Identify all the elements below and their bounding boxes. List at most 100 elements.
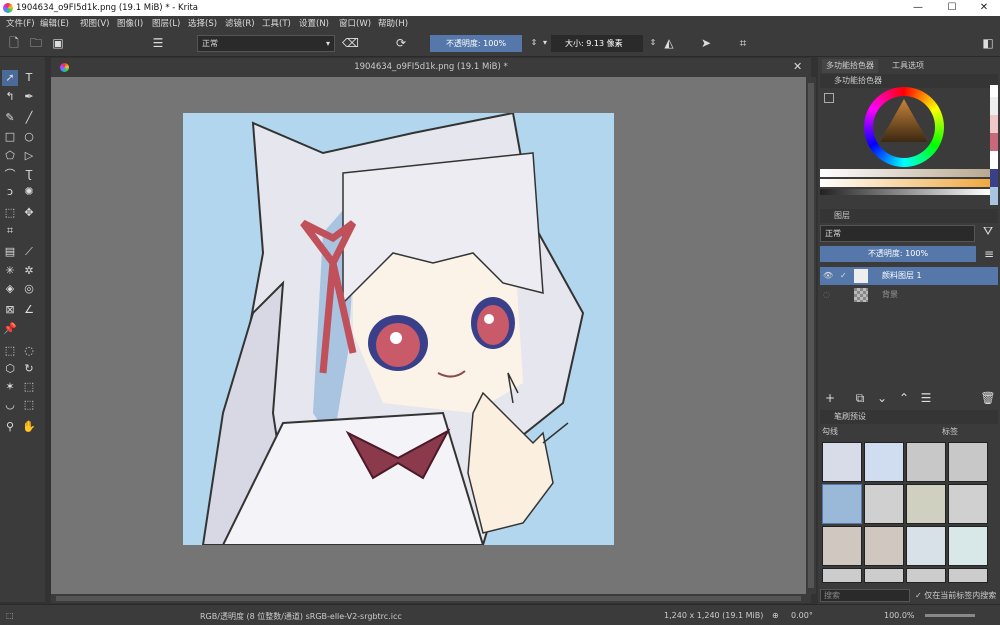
magnetic-select-icon[interactable]: ⬚ bbox=[21, 397, 37, 413]
rotation-icon[interactable]: ⊕ bbox=[772, 611, 779, 620]
layer-blend-select[interactable]: 正常 bbox=[820, 225, 975, 242]
artwork-image[interactable] bbox=[183, 113, 614, 545]
menu-window[interactable]: 窗口(W) bbox=[339, 17, 371, 29]
freehand-brush-icon[interactable]: ✎ bbox=[2, 110, 18, 126]
crop-tool-icon[interactable]: ⌗ bbox=[2, 223, 18, 239]
tag-button[interactable]: 标签 bbox=[942, 426, 958, 437]
menu-select[interactable]: 选择(S) bbox=[188, 17, 217, 29]
brush-preset-item[interactable] bbox=[864, 484, 904, 524]
measure-tool-icon[interactable]: ∠ bbox=[21, 302, 37, 318]
color-slider-1[interactable] bbox=[820, 169, 990, 177]
zoom-slider[interactable] bbox=[925, 614, 975, 617]
tab-tool-options[interactable]: 工具选项 bbox=[888, 59, 928, 73]
reference-tool-icon[interactable]: 📌 bbox=[2, 321, 18, 337]
layer-check-icon[interactable]: ✓ bbox=[840, 267, 847, 285]
brush-preset-item[interactable] bbox=[822, 526, 862, 566]
layer-properties-icon[interactable]: ☰ bbox=[918, 390, 934, 406]
maximize-button[interactable]: ☐ bbox=[940, 1, 964, 15]
color-settings-icon[interactable] bbox=[824, 93, 834, 103]
move-tool-icon[interactable]: ✥ bbox=[21, 205, 37, 221]
contiguous-select-icon[interactable]: ✶ bbox=[2, 379, 18, 395]
rect-select-icon[interactable]: ⬚ bbox=[2, 343, 18, 359]
preset-search-input[interactable]: 搜索 bbox=[820, 589, 910, 602]
color-picker-icon[interactable]: ⟋ bbox=[21, 244, 37, 260]
blend-mode-select[interactable]: 正常 ▾ bbox=[197, 35, 335, 52]
document-tab[interactable]: 1904634_o9FI5d1k.png (19.1 MiB) * ✕ bbox=[51, 58, 811, 77]
visibility-eye-icon[interactable]: 👁 bbox=[823, 267, 833, 285]
menu-help[interactable]: 帮助(H) bbox=[378, 17, 408, 29]
freehand-path-icon[interactable]: Ʈ bbox=[21, 167, 37, 183]
new-document-icon[interactable]: 🗋 bbox=[6, 35, 22, 51]
close-document-button[interactable]: ✕ bbox=[793, 60, 802, 73]
crop-icon[interactable]: ⌗ bbox=[735, 35, 751, 51]
delete-layer-icon[interactable]: 🗑 bbox=[980, 390, 996, 406]
transform-tool-icon[interactable]: ⬚ bbox=[2, 205, 18, 221]
recent-colors-strip[interactable] bbox=[990, 85, 998, 205]
menu-filter[interactable]: 滤镜(R) bbox=[225, 17, 255, 29]
size-slider[interactable]: 大小: 9.13 像素 bbox=[551, 35, 643, 52]
brush-preset-item[interactable] bbox=[822, 442, 862, 482]
brush-preset-item[interactable] bbox=[948, 568, 988, 583]
move-layer-down-icon[interactable]: ⌄ bbox=[874, 390, 890, 406]
bezier-select-icon[interactable]: ◡ bbox=[2, 397, 18, 413]
similar-select-icon[interactable]: ⬚ bbox=[21, 379, 37, 395]
menu-edit[interactable]: 编辑(E) bbox=[40, 17, 69, 29]
lazy-brush-icon[interactable]: ✲ bbox=[21, 263, 37, 279]
visibility-eye-icon[interactable]: ◌ bbox=[823, 286, 830, 304]
color-slider-3[interactable] bbox=[820, 189, 990, 195]
zoom-tool-icon[interactable]: ⚲ bbox=[2, 419, 18, 435]
move-layer-up-icon[interactable]: ⌃ bbox=[896, 390, 912, 406]
vertical-scrollbar[interactable] bbox=[806, 77, 816, 594]
pan-tool-icon[interactable]: ✋ bbox=[21, 419, 37, 435]
fill-tool-icon[interactable]: ◈ bbox=[2, 281, 18, 297]
freehand-select-icon[interactable]: ↻ bbox=[21, 361, 37, 377]
brush-preset-item[interactable] bbox=[906, 568, 946, 583]
layer-row[interactable]: ◌ 背景 bbox=[820, 286, 998, 304]
opacity-slider[interactable]: 不透明度: 100% bbox=[430, 35, 522, 52]
filter-icon[interactable]: ⛛ bbox=[980, 223, 996, 239]
layer-row[interactable]: 👁 ✓ 颜料图层 1 bbox=[820, 267, 998, 285]
tab-color-selector[interactable]: 多功能拾色器 bbox=[822, 59, 878, 73]
enclose-fill-icon[interactable]: ◎ bbox=[21, 281, 37, 297]
close-window-button[interactable]: ✕ bbox=[972, 1, 996, 15]
duplicate-layer-icon[interactable]: ⧉ bbox=[852, 390, 868, 406]
brush-preset-item[interactable] bbox=[948, 526, 988, 566]
menu-layer[interactable]: 图层(L) bbox=[152, 17, 180, 29]
menu-tools[interactable]: 工具(T) bbox=[262, 17, 291, 29]
size-stepper[interactable]: ⇕ bbox=[645, 35, 661, 51]
text-tool-icon[interactable]: T bbox=[21, 70, 37, 86]
menu-file[interactable]: 文件(F) bbox=[6, 17, 35, 29]
layer-opacity-slider[interactable]: 不透明度: 100% bbox=[820, 246, 976, 262]
menu-settings[interactable]: 设置(N) bbox=[299, 17, 329, 29]
brush-preset-item[interactable] bbox=[864, 442, 904, 482]
polyline-tool-icon[interactable]: ▷ bbox=[21, 148, 37, 164]
selection-icon[interactable]: ⬚ bbox=[6, 611, 14, 620]
brush-preset-item[interactable] bbox=[864, 568, 904, 583]
edit-shapes-icon[interactable]: ↰ bbox=[2, 89, 18, 105]
menu-view[interactable]: 视图(V) bbox=[80, 17, 109, 29]
layer-menu-icon[interactable]: ≡ bbox=[981, 246, 997, 262]
preset-tag-select[interactable]: 勾线 bbox=[822, 426, 838, 437]
minimize-button[interactable]: — bbox=[906, 1, 930, 15]
gradient-tool-icon[interactable]: ▤ bbox=[2, 244, 18, 260]
menu-image[interactable]: 图像(I) bbox=[117, 17, 143, 29]
ellipse-select-icon[interactable]: ◌ bbox=[21, 343, 37, 359]
brush-preset-item[interactable] bbox=[822, 484, 862, 524]
polygon-tool-icon[interactable]: ⬠ bbox=[2, 148, 18, 164]
horizontal-scrollbar[interactable] bbox=[51, 594, 811, 603]
color-slider-2[interactable] bbox=[820, 179, 990, 187]
wrap-around-icon[interactable]: ➤ bbox=[698, 35, 714, 51]
line-tool-icon[interactable]: ╱ bbox=[21, 110, 37, 126]
color-hue-ring[interactable] bbox=[864, 87, 944, 167]
assistant-tool-icon[interactable]: ⊠ bbox=[2, 302, 18, 318]
brush-settings-icon[interactable]: ☰ bbox=[150, 35, 166, 51]
brush-preset-item[interactable] bbox=[906, 484, 946, 524]
ellipse-tool-icon[interactable]: ○ bbox=[21, 129, 37, 145]
docker-toggle-icon[interactable]: ◧ bbox=[980, 35, 996, 51]
brush-preset-item[interactable] bbox=[906, 526, 946, 566]
open-document-icon[interactable]: 🗀 bbox=[28, 35, 44, 51]
dynamic-brush-icon[interactable]: ↄ bbox=[2, 184, 18, 200]
reload-preset-icon[interactable]: ⟳ bbox=[393, 35, 409, 51]
brush-preset-item[interactable] bbox=[906, 442, 946, 482]
eraser-icon[interactable]: ⌫ bbox=[342, 35, 359, 51]
